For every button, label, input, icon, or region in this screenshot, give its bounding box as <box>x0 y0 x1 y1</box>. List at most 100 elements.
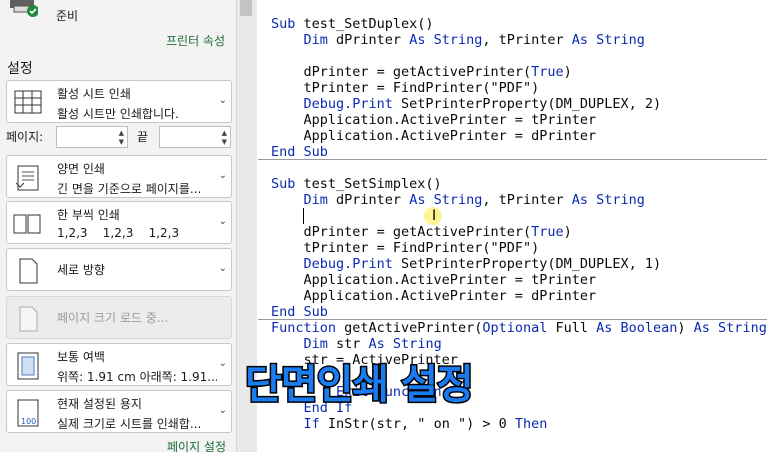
collate-icon <box>13 214 41 234</box>
code-token: Sub <box>271 176 304 192</box>
code-line: Application.ActivePrinter = dPrinter <box>271 128 597 144</box>
code-token: dPrinter <box>336 32 410 48</box>
code-token: Sub <box>271 16 304 32</box>
settings-scrollbar-thumb[interactable] <box>240 0 252 16</box>
code-token: SetPrinterProperty(DM_DUPLEX, 2) <box>401 96 662 112</box>
code-token: As String <box>368 336 442 352</box>
code-line: Debug.Print SetPrinterProperty(DM_DUPLEX… <box>271 96 662 112</box>
code-token: Dim <box>271 192 337 208</box>
scaling-sub: 실제 크기로 시트를 인쇄합... <box>57 417 202 431</box>
code-token: ) <box>563 64 572 80</box>
procedure-separator <box>258 159 767 160</box>
margins-dropdown[interactable]: 보통 여백 위쪽: 1.91 cm 아래쪽: 1.91... ⌄ <box>6 343 232 386</box>
orientation-dropdown[interactable]: 세로 방향 ⌄ <box>6 248 232 291</box>
printer-status: 준비 <box>56 9 79 23</box>
collate-title: 한 부씩 인쇄 <box>57 208 120 222</box>
chevron-down-icon: ⌄ <box>218 263 227 274</box>
printer-ready-icon <box>10 0 38 17</box>
print-settings-pane: 준비 프린터 속성 설정 활성 시트 인쇄 활성 시트만 인쇄합니다. ⌄ 페이… <box>0 0 236 455</box>
pages-to-label: 끝 <box>137 130 149 144</box>
printer-properties-link[interactable]: 프린터 속성 <box>166 32 225 49</box>
orientation-title: 세로 방향 <box>57 263 105 277</box>
code-line: End Sub <box>271 144 328 160</box>
code-token: True <box>531 224 564 240</box>
code-line: Debug.Print SetPrinterProperty(DM_DUPLEX… <box>271 256 662 272</box>
spin-up-icon[interactable]: ▲ <box>119 129 124 137</box>
margins-icon <box>17 352 39 380</box>
margins-sub: 위쪽: 1.91 cm 아래쪽: 1.91... <box>57 370 217 384</box>
code-token: SetPrinterProperty(DM_DUPLEX, 1) <box>401 256 662 272</box>
code-token: Dim <box>271 336 337 352</box>
code-token: tPrinter = FindPrinter("PDF") <box>271 240 540 256</box>
code-token: As String <box>409 32 483 48</box>
duplex-dropdown[interactable]: 양면 인쇄 긴 면을 기준으로 페이지를... ⌄ <box>6 155 232 198</box>
code-line: Application.ActivePrinter = tPrinter <box>271 272 597 288</box>
chevron-down-icon: ⌄ <box>218 170 227 181</box>
collate-dropdown[interactable]: 한 부씩 인쇄 1,2,3 1,2,3 1,2,3 ⌄ <box>6 201 232 244</box>
collate-sub: 1,2,3 1,2,3 1,2,3 <box>57 226 180 240</box>
code-token: As Boolean <box>596 320 678 336</box>
scaling-title: 현재 설정된 용지 <box>57 397 142 411</box>
code-token: dPrinter = getActivePrinter( <box>271 224 532 240</box>
code-line: Application.ActivePrinter = tPrinter <box>271 112 597 128</box>
code-line: Dim dPrinter As String, tPrinter As Stri… <box>271 192 645 208</box>
code-token: , tPrinter <box>482 192 572 208</box>
spin-down-icon[interactable]: ▼ <box>119 138 124 146</box>
code-line: Sub test_SetDuplex() <box>271 16 434 32</box>
code-line: If InStr(str, " on ") > 0 Then <box>271 416 548 432</box>
code-token: getActivePrinter( <box>344 320 483 336</box>
spin-up-icon[interactable]: ▲ <box>222 129 227 137</box>
code-token: ) <box>563 224 572 240</box>
margins-title: 보통 여백 <box>57 350 105 364</box>
code-token: If <box>271 416 328 432</box>
print-what-sub: 활성 시트만 인쇄합니다. <box>57 107 179 121</box>
code-token: Full <box>555 320 597 336</box>
ibeam-cursor-icon: I <box>432 208 437 224</box>
code-token: Debug.Print <box>271 256 402 272</box>
code-line: Dim str As String <box>271 336 442 352</box>
code-line: tPrinter = FindPrinter("PDF") <box>271 80 540 96</box>
code-line: dPrinter = getActivePrinter(True) <box>271 224 572 240</box>
code-token: As String <box>693 320 767 336</box>
code-token: End Sub <box>271 304 328 320</box>
paper-size-dropdown: 페이지 크기 로드 중... <box>6 296 232 339</box>
code-token: dPrinter = getActivePrinter( <box>271 64 532 80</box>
chevron-down-icon: ⌄ <box>218 405 227 416</box>
scaling-dropdown[interactable]: 100 현재 설정된 용지 실제 크기로 시트를 인쇄합... ⌄ <box>6 390 232 433</box>
code-token: End Sub <box>271 144 328 160</box>
paper-icon <box>19 306 38 332</box>
sheet-grid-icon <box>14 90 42 114</box>
text-caret <box>303 208 304 224</box>
code-token: test_SetSimplex() <box>303 176 442 192</box>
settings-title: 설정 <box>7 61 33 77</box>
code-token: , tPrinter <box>482 32 572 48</box>
code-token: Application.ActivePrinter = tPrinter <box>271 112 597 128</box>
pages-from-input[interactable]: ▲ ▼ <box>56 126 128 148</box>
spin-down-icon[interactable]: ▼ <box>222 138 227 146</box>
code-token: As String <box>409 192 483 208</box>
overlay-caption: 단면인쇄 설정 <box>244 361 476 410</box>
code-token: Dim <box>271 32 337 48</box>
duplex-sub: 긴 면을 기준으로 페이지를... <box>57 182 202 196</box>
code-token: test_SetDuplex() <box>303 16 434 32</box>
code-line: End Sub <box>271 304 328 320</box>
code-token: ) <box>677 320 694 336</box>
code-token: Optional <box>482 320 556 336</box>
code-line: Sub test_SetSimplex() <box>271 176 442 192</box>
pages-to-input[interactable]: ▲ ▼ <box>159 126 231 148</box>
code-token: dPrinter <box>336 192 410 208</box>
paper-size-title: 페이지 크기 로드 중... <box>57 311 169 325</box>
code-token: Function <box>271 320 345 336</box>
chevron-down-icon: ⌄ <box>218 95 227 106</box>
duplex-icon <box>15 165 39 191</box>
print-what-title: 활성 시트 인쇄 <box>57 87 131 101</box>
chevron-down-icon: ⌄ <box>218 358 227 369</box>
code-token: As String <box>571 192 645 208</box>
page-setup-link[interactable]: 페이지 설정 <box>167 438 226 455</box>
code-line: Dim dPrinter As String, tPrinter As Stri… <box>271 32 645 48</box>
print-what-dropdown[interactable]: 활성 시트 인쇄 활성 시트만 인쇄합니다. ⌄ <box>6 80 232 123</box>
code-line: Application.ActivePrinter = dPrinter <box>271 288 597 304</box>
code-line: Function getActivePrinter(Optional Full … <box>271 320 767 336</box>
duplex-title: 양면 인쇄 <box>57 162 105 176</box>
svg-text:100: 100 <box>21 417 36 426</box>
